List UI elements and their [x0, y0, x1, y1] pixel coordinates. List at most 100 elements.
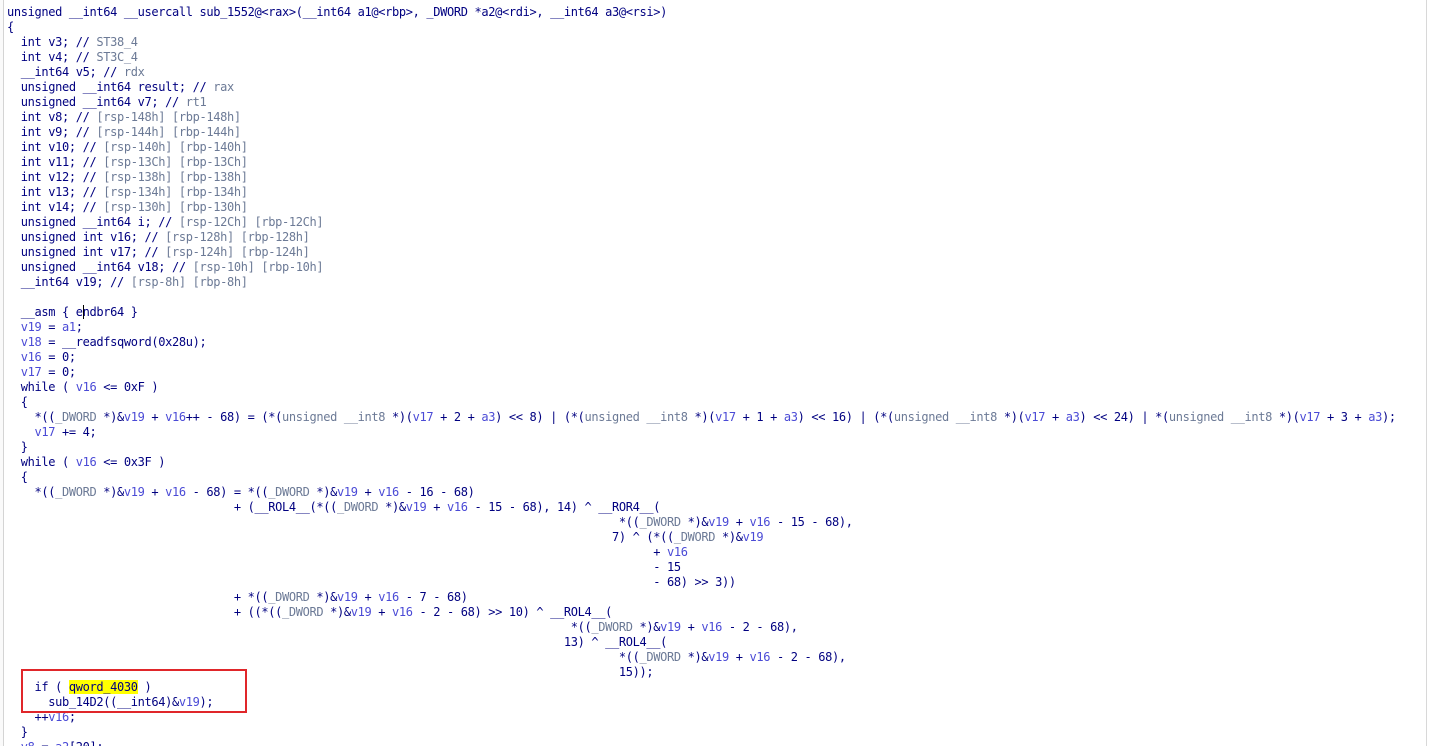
code-line[interactable]: __asm { endbr64 } — [7, 305, 138, 320]
code-token: *)& — [309, 590, 337, 604]
code-token: v18 — [20, 335, 42, 349]
code-line[interactable]: } — [7, 725, 28, 740]
code-line[interactable]: int v4; // ST3C_4 — [7, 50, 138, 65]
code-token: + (__ROL4__(*(( — [7, 500, 337, 514]
code-line[interactable]: unsigned __int64 result; // rax — [7, 80, 234, 95]
code-token: *)& — [632, 620, 661, 634]
code-line[interactable]: + ((*((_DWORD *)&v19 + v16 - 2 - 68) >> … — [7, 605, 612, 620]
code-line[interactable]: { — [7, 20, 14, 35]
code-line[interactable]: int v11; // [rsp-13Ch] [rbp-13Ch] — [7, 155, 248, 170]
code-line[interactable]: v18 = __readfsqword(0x28u); — [7, 335, 207, 350]
code-token: *)& — [96, 485, 124, 499]
code-token: __int64 v5; // — [7, 65, 124, 79]
code-token: v19 — [742, 530, 764, 544]
code-token: + *(( — [7, 590, 269, 604]
code-token: v19 — [708, 650, 729, 664]
code-token: v19 — [350, 605, 372, 619]
code-line[interactable]: *((_DWORD *)&v19 + v16++ - 68) = (*(unsi… — [7, 410, 1396, 425]
code-line[interactable]: { — [7, 395, 28, 410]
code-token: a1 — [62, 320, 76, 334]
code-token: unsigned int v16; // — [7, 230, 166, 244]
code-line[interactable]: } — [7, 440, 28, 455]
code-line[interactable]: __int64 v5; // rdx — [7, 65, 145, 80]
code-token: [rsp-134h] [rbp-134h] — [103, 185, 248, 199]
code-line[interactable]: v8 = a2[20]; — [7, 740, 104, 746]
code-token: = 0; — [41, 365, 76, 379]
code-token: *)( — [385, 410, 413, 424]
code-token: v16 — [392, 605, 413, 619]
code-line[interactable]: 7) ^ (*((_DWORD *)&v19 — [7, 530, 764, 545]
code-line[interactable]: 15)); — [7, 665, 654, 680]
code-token: + — [426, 500, 447, 514]
code-line[interactable]: int v9; // [rsp-144h] [rbp-144h] — [7, 125, 241, 140]
code-token: ++ - 68) = (*( — [185, 410, 283, 424]
code-token: += 4; — [55, 425, 97, 439]
code-line[interactable]: unsigned int v17; // [rsp-124h] [rbp-124… — [7, 245, 310, 260]
code-token: v17 — [1299, 410, 1321, 424]
code-line[interactable]: int v8; // [rsp-148h] [rbp-148h] — [7, 110, 241, 125]
code-line[interactable]: unsigned __int64 v7; // rt1 — [7, 95, 207, 110]
pseudocode-editor[interactable]: unsigned __int64 __usercall sub_1552@<ra… — [0, 0, 1429, 746]
code-line[interactable]: *((_DWORD *)&v19 + v16 - 2 - 68), — [7, 620, 798, 635]
code-line[interactable]: unsigned __int64 __usercall sub_1552@<ra… — [7, 5, 667, 20]
code-token: 7) ^ (*(( — [7, 530, 674, 544]
code-line[interactable]: + *((_DWORD *)&v19 + v16 - 7 - 68) — [7, 590, 468, 605]
code-token: + — [357, 590, 379, 604]
code-line[interactable]: v17 += 4; — [7, 425, 97, 440]
code-token: unsigned __int8 — [282, 410, 386, 424]
code-token: + — [371, 605, 392, 619]
code-line[interactable]: - 68) >> 3)) — [7, 575, 736, 590]
code-token: *)& — [680, 515, 709, 529]
code-line[interactable]: ++v16; — [7, 710, 76, 725]
text-caret — [83, 305, 84, 319]
code-token: *(( — [7, 650, 640, 664]
code-token: ST38_4 — [96, 35, 138, 49]
code-line[interactable]: sub_14D2((__int64)&v19); — [7, 695, 213, 710]
code-line[interactable]: unsigned __int64 v18; // [rsp-10h] [rbp-… — [7, 260, 324, 275]
code-token: v19 — [123, 410, 145, 424]
code-token: v16 — [378, 590, 399, 604]
code-token: - 2 - 68), — [770, 650, 846, 664]
code-token: = — [35, 740, 56, 746]
code-token: + — [144, 410, 166, 424]
code-token: rax — [213, 80, 234, 94]
code-token: [rsp-13Ch] [rbp-13Ch] — [103, 155, 248, 169]
code-token: [rsp-148h] [rbp-148h] — [96, 110, 241, 124]
code-line[interactable]: __int64 v19; // [rsp-8h] [rbp-8h] — [7, 275, 248, 290]
code-token: a3 — [783, 410, 798, 424]
code-line[interactable]: int v3; // ST38_4 — [7, 35, 138, 50]
code-line[interactable]: int v10; // [rsp-140h] [rbp-140h] — [7, 140, 248, 155]
code-line[interactable]: unsigned __int64 i; // [rsp-12Ch] [rbp-1… — [7, 215, 324, 230]
code-token: unsigned __int8 — [1168, 410, 1272, 424]
code-line[interactable]: v16 = 0; — [7, 350, 76, 365]
code-line[interactable]: int v12; // [rsp-138h] [rbp-138h] — [7, 170, 248, 185]
code-token: while ( — [7, 380, 76, 394]
code-line[interactable]: int v13; // [rsp-134h] [rbp-134h] — [7, 185, 248, 200]
code-line[interactable]: while ( v16 <= 0x3F ) — [7, 455, 166, 470]
code-token: [rsp-140h] [rbp-140h] — [103, 140, 248, 154]
code-line[interactable]: *((_DWORD *)&v19 + v16 - 2 - 68), — [7, 650, 846, 665]
code-line[interactable]: int v14; // [rsp-130h] [rbp-130h] — [7, 200, 248, 215]
vertical-splitter[interactable] — [1426, 0, 1427, 746]
code-line[interactable]: *((_DWORD *)&v19 + v16 - 15 - 68), — [7, 515, 853, 530]
code-token: v19 — [337, 590, 358, 604]
code-line[interactable]: while ( v16 <= 0xF ) — [7, 380, 159, 395]
code-line[interactable]: unsigned int v16; // [rsp-128h] [rbp-128… — [7, 230, 310, 245]
code-token: + ((*(( — [7, 605, 282, 619]
code-line[interactable]: { — [7, 470, 28, 485]
code-line[interactable]: *((_DWORD *)&v19 + v16 - 68) = *((_DWORD… — [7, 485, 474, 500]
code-line[interactable]: v17 = 0; — [7, 365, 76, 380]
code-token: - 15 - 68), 14) ^ __ROR4__( — [467, 500, 661, 514]
code-token: ; — [75, 320, 83, 334]
code-line[interactable]: + v16 — [7, 545, 688, 560]
code-line[interactable]: + (__ROL4__(*((_DWORD *)&v19 + v16 - 15 … — [7, 500, 661, 515]
code-line[interactable]: v19 = a1; — [7, 320, 83, 335]
code-line[interactable]: if ( qword_4030 ) — [7, 680, 152, 695]
code-line[interactable]: - 15 — [7, 560, 681, 575]
code-token: + — [680, 620, 702, 634]
code-token: *)& — [378, 500, 406, 514]
code-token: v17 — [1024, 410, 1046, 424]
code-token: v19 — [337, 485, 358, 499]
code-line[interactable]: 13) ^ __ROL4__( — [7, 635, 667, 650]
code-token: a3 — [1368, 410, 1382, 424]
